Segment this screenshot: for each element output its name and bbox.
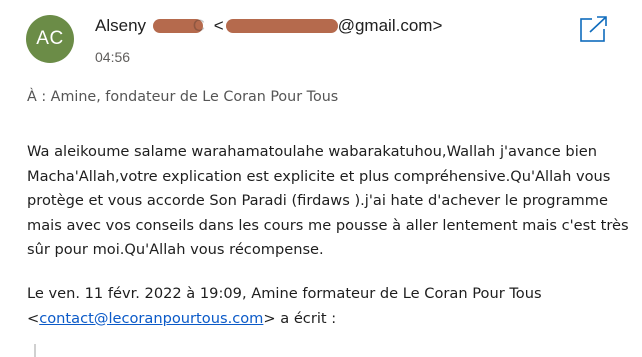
message-line: Macha'Allah,votre explication est explic… [27, 167, 611, 185]
sender-line[interactable]: Alseny C < @gmail.com> [95, 16, 442, 36]
message-line: Wa aleikoume salame warahamatoulahe waba… [27, 143, 597, 160]
quoted-lt: < [27, 309, 40, 327]
message-line: sûr pour moi.Qu'Allah vous récompense. [27, 241, 324, 259]
sender-email-suffix: @gmail.com> [337, 16, 443, 35]
quoted-email-line: <contact@lecoranpourtous.com> a écrit : [27, 307, 637, 332]
message-line: mais avec vos conseils dans les cours me… [27, 216, 629, 234]
open-in-new-window-icon [580, 15, 609, 42]
sender-email-open: < [213, 16, 224, 35]
sender-name-fragment: C [192, 16, 206, 35]
quoted-email-link[interactable]: contact@lecoranpourtous.com [39, 310, 263, 327]
message-line: protège et vous accorde Son Paradi (fird… [27, 192, 608, 210]
quoted-after: > a écrit : [263, 309, 337, 327]
quoted-intro-line: Le ven. 11 févr. 2022 à 19:09, Amine for… [27, 285, 542, 302]
quote-divider [34, 344, 36, 357]
sender-avatar[interactable]: AC [26, 15, 74, 63]
open-in-new-window-button[interactable] [578, 14, 610, 44]
quoted-header: Le ven. 11 févr. 2022 à 19:09, Amine for… [27, 282, 637, 331]
recipient-line: À : Amine, fondateur de Le Coran Pour To… [27, 89, 339, 105]
redaction-mark [225, 18, 338, 33]
message-body: Wa aleikoume salame warahamatoulahe waba… [27, 140, 637, 263]
sender-name: Alseny [95, 16, 147, 35]
message-time: 04:56 [95, 49, 131, 65]
message-header: AC Alseny C < @gmail.com> 04:56 [0, 0, 642, 80]
